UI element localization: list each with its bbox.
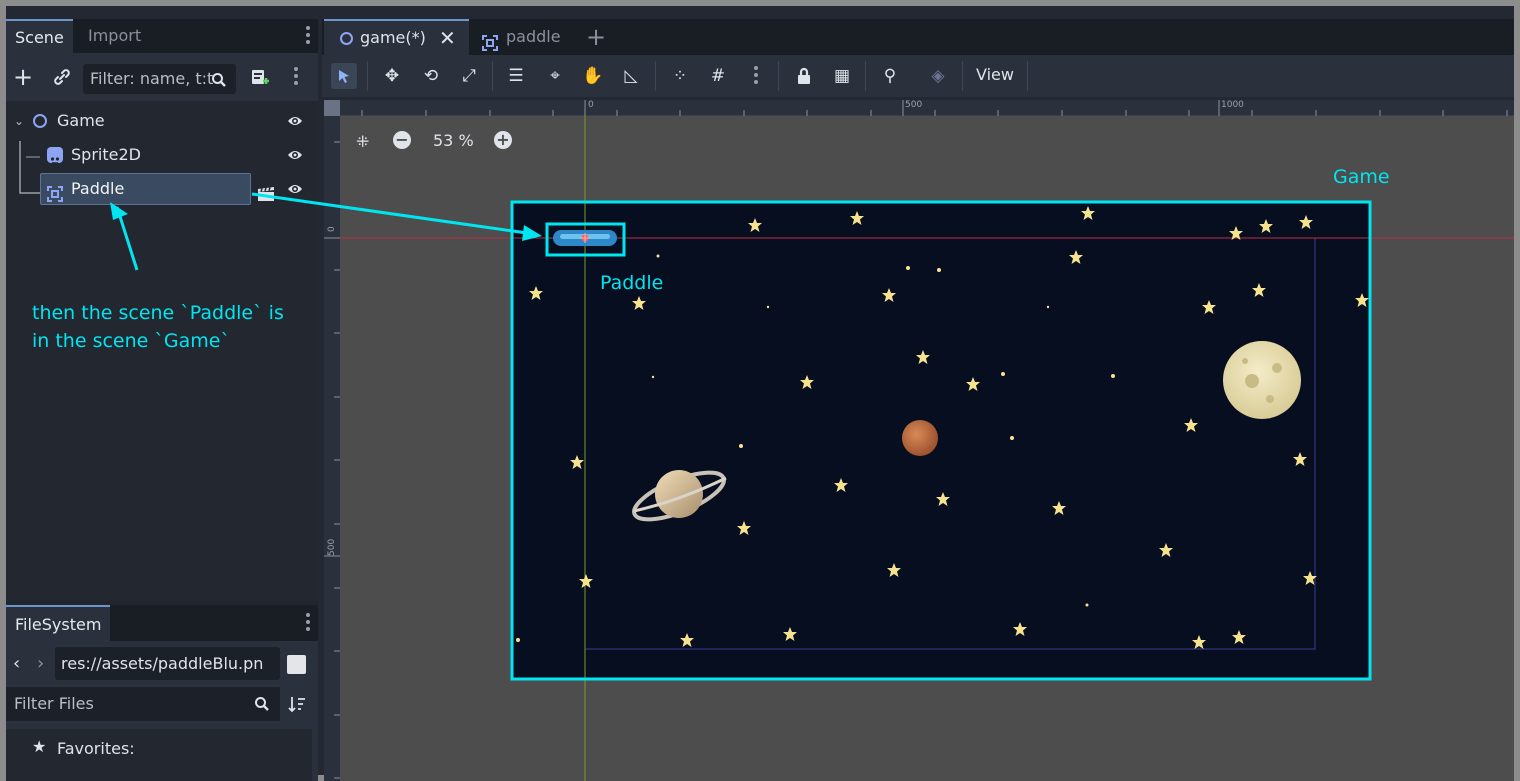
view-menu[interactable]: View bbox=[976, 65, 1014, 84]
scene-toolbar: + Filter: name, t:t bbox=[6, 53, 318, 101]
favorites-label[interactable]: Favorites: bbox=[57, 739, 135, 758]
search-icon bbox=[254, 696, 270, 712]
star-icon: ★ bbox=[32, 737, 47, 756]
instanced-scene-icon bbox=[482, 28, 498, 51]
mars-image bbox=[902, 420, 938, 456]
annotation-note: then the scene `Paddle` is in the scene … bbox=[32, 299, 284, 355]
toolbar-separator bbox=[492, 61, 493, 91]
ruler-label: 500 bbox=[327, 538, 337, 556]
toolbar-separator bbox=[865, 61, 866, 91]
ruler-top: 0 500 1000 bbox=[340, 100, 1514, 116]
list-select-icon[interactable]: ☰ bbox=[503, 63, 529, 89]
toolbar-separator bbox=[962, 61, 963, 91]
add-tab-icon[interactable]: + bbox=[586, 23, 606, 51]
toolbar-separator bbox=[778, 61, 779, 91]
file-tree: ★ Favorites: bbox=[6, 729, 312, 781]
filter-files-placeholder: Filter Files bbox=[14, 694, 94, 713]
annotation-game-label: Game bbox=[1333, 166, 1390, 188]
camera-override-icon[interactable]: ◈ bbox=[925, 63, 951, 89]
snap-options-icon[interactable] bbox=[753, 66, 759, 88]
filesystem-tabbar: FileSystem bbox=[6, 605, 318, 641]
tab-filesystem[interactable]: FileSystem bbox=[6, 605, 111, 641]
dock-menu-icon[interactable] bbox=[305, 26, 311, 48]
sprite2d-icon bbox=[47, 147, 63, 164]
tab-paddle[interactable]: paddle bbox=[472, 19, 572, 55]
viewport-canvas[interactable]: ⁜ − 53 % + Game Paddle bbox=[340, 116, 1514, 781]
split-view-icon[interactable] bbox=[287, 655, 306, 674]
add-node-icon[interactable]: + bbox=[11, 63, 35, 91]
group-icon[interactable]: ▦ bbox=[829, 63, 855, 89]
annotation-note-line1: then the scene `Paddle` is bbox=[32, 302, 284, 324]
viewport-toolbar: ✥ ⟲ ⤢ ☰ ⌖ ✋ ◺ ⁘ # ▦ ⚲ ◈ View bbox=[322, 55, 1514, 97]
smart-snap-icon[interactable]: ⁘ bbox=[667, 63, 693, 89]
visibility-eye-icon[interactable] bbox=[287, 181, 303, 197]
filesystem-dock: FileSystem ‹ › res://assets/paddleBlu.pn… bbox=[6, 605, 318, 781]
search-icon bbox=[211, 72, 227, 88]
tree-item-label: Game bbox=[57, 111, 105, 130]
sort-icon[interactable] bbox=[288, 695, 306, 713]
annotation-paddle-label: Paddle bbox=[600, 272, 664, 294]
node2d-icon bbox=[340, 32, 353, 45]
scene-tree: ⌄ Game Sprite2D Paddle then the scene `P… bbox=[6, 101, 318, 601]
clapperboard-icon[interactable] bbox=[257, 181, 275, 201]
node2d-icon bbox=[33, 114, 47, 128]
filter-files-input[interactable]: Filter Files bbox=[6, 687, 280, 721]
tree-item-sprite2d[interactable]: Sprite2D bbox=[6, 139, 318, 171]
tab-label: game(*) bbox=[360, 28, 426, 47]
chevron-left-icon[interactable]: ‹ bbox=[13, 653, 20, 674]
ruler-label: 1000 bbox=[1221, 100, 1244, 110]
ruler-mode-icon[interactable]: ◺ bbox=[618, 63, 644, 89]
annotation-note-line2: in the scene `Game` bbox=[32, 330, 230, 352]
link-icon[interactable] bbox=[50, 65, 74, 89]
filesystem-body: ‹ › res://assets/paddleBlu.pn Filter Fil… bbox=[6, 641, 318, 781]
pivot-mode-icon[interactable]: ⌖ bbox=[542, 63, 568, 89]
tab-label: paddle bbox=[506, 27, 561, 46]
instanced-scene-icon bbox=[47, 181, 63, 202]
dock-menu-icon[interactable] bbox=[305, 613, 311, 635]
tree-item-game[interactable]: ⌄ Game bbox=[6, 105, 318, 137]
tab-scene[interactable]: Scene bbox=[6, 19, 73, 53]
move-mode-icon[interactable]: ✥ bbox=[379, 63, 405, 89]
scene-filter-placeholder: Filter: name, t:t bbox=[90, 69, 214, 88]
close-icon[interactable]: ✕ bbox=[439, 20, 456, 56]
bone-icon[interactable]: ⚲ bbox=[877, 63, 903, 89]
toolbar-separator bbox=[1027, 61, 1028, 91]
rotate-mode-icon[interactable]: ⟲ bbox=[418, 63, 444, 89]
pan-mode-icon[interactable]: ✋ bbox=[580, 63, 606, 89]
ruler-label: 500 bbox=[905, 100, 923, 110]
ruler-corner bbox=[324, 100, 340, 116]
select-mode-icon[interactable] bbox=[331, 63, 357, 89]
grid-snap-icon[interactable]: # bbox=[705, 63, 731, 89]
visibility-eye-icon[interactable] bbox=[287, 113, 303, 129]
lock-icon[interactable] bbox=[791, 63, 817, 89]
toolbar-separator bbox=[367, 61, 368, 91]
scene-render bbox=[340, 116, 1514, 781]
tree-item-paddle[interactable]: Paddle bbox=[6, 173, 318, 205]
toolbar-separator bbox=[655, 61, 656, 91]
tab-import[interactable]: Import bbox=[79, 19, 150, 53]
scene-tabs: game(*) ✕ paddle + bbox=[322, 19, 1514, 55]
chevron-right-icon[interactable]: › bbox=[37, 653, 44, 674]
scale-mode-icon[interactable]: ⤢ bbox=[456, 63, 482, 89]
chevron-down-icon[interactable]: ⌄ bbox=[14, 105, 24, 137]
path-field[interactable]: res://assets/paddleBlu.pn bbox=[55, 647, 280, 680]
tab-game[interactable]: game(*) ✕ bbox=[324, 19, 469, 55]
visibility-eye-icon[interactable] bbox=[287, 147, 303, 163]
scene-menu-icon[interactable] bbox=[293, 67, 299, 89]
ruler-left: 0 500 bbox=[324, 100, 340, 781]
tree-item-label: Paddle bbox=[71, 179, 125, 198]
moon-image bbox=[1223, 341, 1301, 419]
ruler-label: 0 bbox=[588, 100, 594, 110]
ruler-label: 0 bbox=[327, 226, 337, 232]
scene-dock-tabbar: Scene Import bbox=[6, 19, 318, 53]
instance-scene-icon[interactable] bbox=[249, 66, 271, 88]
tree-item-label: Sprite2D bbox=[71, 145, 141, 164]
